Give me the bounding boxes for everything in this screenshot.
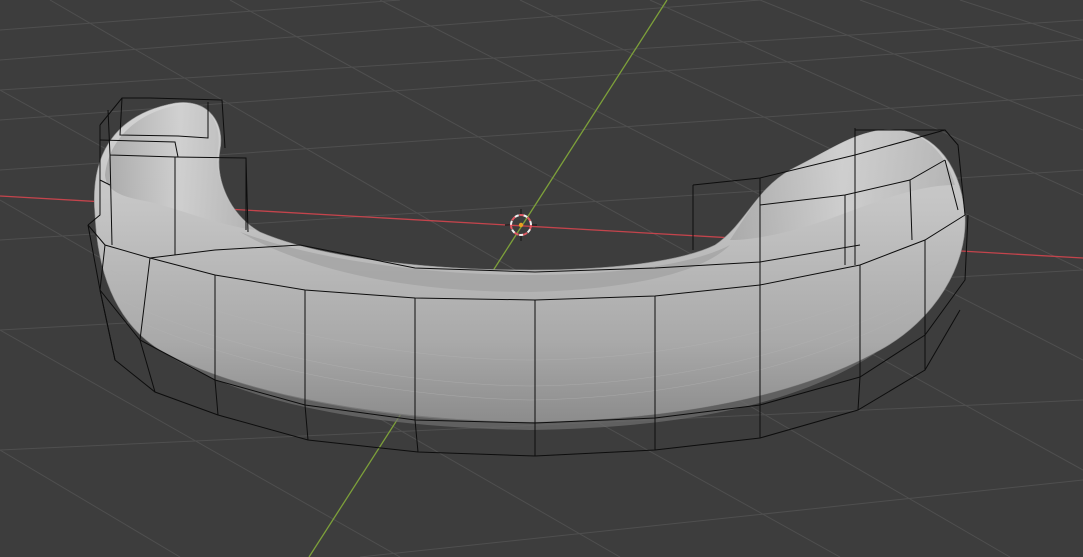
subdivided-mesh[interactable]: [94, 102, 966, 430]
viewport-canvas[interactable]: [0, 0, 1083, 557]
origin-dot: [518, 222, 524, 228]
3d-cursor-icon[interactable]: [505, 209, 537, 241]
3d-viewport[interactable]: [0, 0, 1083, 557]
